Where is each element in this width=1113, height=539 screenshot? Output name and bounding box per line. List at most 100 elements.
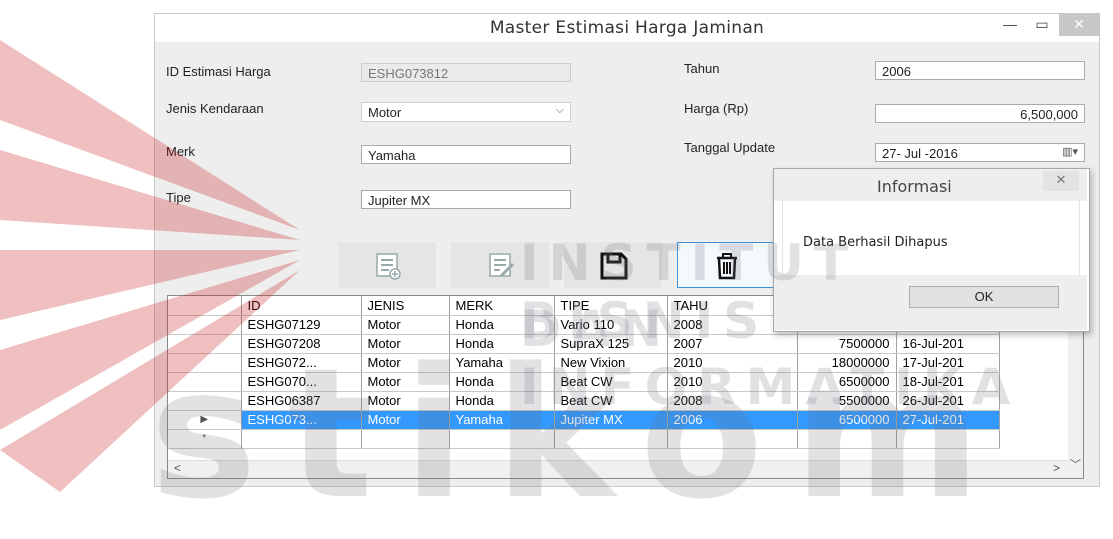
title-bar: Master Estimasi Harga Jaminan — ▭ ✕	[155, 14, 1099, 42]
jenis-label: Jenis Kendaraan	[166, 101, 264, 116]
horizontal-scrollbar[interactable]: < >	[168, 460, 1070, 478]
ok-button[interactable]: OK	[909, 286, 1059, 308]
cell-merk[interactable]: Honda	[449, 315, 555, 335]
cell-tipe[interactable]: Beat CW	[554, 391, 668, 411]
cell-id[interactable]: ESHG073...	[241, 410, 362, 430]
scroll-down-icon[interactable]: ﹀	[1070, 456, 1081, 472]
cell-harga[interactable]: 6500000	[797, 372, 897, 392]
cell-jenis[interactable]: Motor	[361, 353, 450, 373]
dialog-body: Data Berhasil Dihapus	[782, 201, 1080, 275]
id-field[interactable]: ESHG073812	[361, 63, 571, 82]
cell-harga[interactable]: 6500000	[797, 410, 897, 430]
close-button[interactable]: ✕	[1059, 14, 1099, 36]
minimize-button[interactable]: —	[995, 14, 1025, 36]
save-button[interactable]	[564, 242, 662, 288]
cell-tahun[interactable]: 2010	[667, 372, 798, 392]
cell-jenis[interactable]: Motor	[361, 410, 450, 430]
cell-merk[interactable]: Yamaha	[449, 353, 555, 373]
cell-harga[interactable]: 7500000	[797, 334, 897, 354]
column-header-jenis[interactable]: JENIS	[361, 296, 450, 316]
new-cell[interactable]	[667, 429, 798, 449]
merk-field[interactable]: Yamaha	[361, 145, 571, 164]
harga-field[interactable]: 6,500,000	[875, 104, 1085, 123]
cell-harga[interactable]: 5500000	[797, 391, 897, 411]
dialog-message: Data Berhasil Dihapus	[803, 235, 948, 250]
cell-jenis[interactable]: Motor	[361, 391, 450, 411]
cell-tanggal[interactable]: 18-Jul-201	[896, 372, 1000, 392]
jenis-select[interactable]: Motor ⌵	[361, 102, 571, 122]
cell-merk[interactable]: Yamaha	[449, 410, 555, 430]
cell-tanggal[interactable]: 26-Jul-201	[896, 391, 1000, 411]
row-header[interactable]	[168, 353, 242, 373]
tipe-field[interactable]: Jupiter MX	[361, 190, 571, 209]
cell-jenis[interactable]: Motor	[361, 315, 450, 335]
cell-merk[interactable]: Honda	[449, 372, 555, 392]
selected-row-marker[interactable]: ▶	[168, 410, 242, 430]
add-button[interactable]	[338, 242, 436, 288]
save-icon	[600, 252, 628, 280]
column-header-id[interactable]: ID	[241, 296, 362, 316]
cell-tipe[interactable]: SupraX 125	[554, 334, 668, 354]
cell-tipe[interactable]: Vario 110	[554, 315, 668, 335]
tipe-label: Tipe	[166, 190, 191, 205]
cell-merk[interactable]: Honda	[449, 391, 555, 411]
row-header-corner	[168, 296, 242, 316]
cell-tanggal[interactable]: 16-Jul-201	[896, 334, 1000, 354]
column-header-tipe[interactable]: TIPE	[554, 296, 668, 316]
new-row-marker[interactable]: *	[168, 429, 242, 449]
tahun-label: Tahun	[684, 61, 720, 76]
chevron-down-icon: ⌵	[555, 104, 564, 116]
dialog-close-button[interactable]: ✕	[1043, 171, 1079, 191]
calendar-icon: ▥▾	[1062, 146, 1078, 158]
edit-button[interactable]	[451, 242, 549, 288]
new-cell[interactable]	[554, 429, 668, 449]
new-cell[interactable]	[361, 429, 450, 449]
cell-tipe[interactable]: Beat CW	[554, 372, 668, 392]
delete-icon	[717, 253, 737, 280]
cell-tahun[interactable]: 2006	[667, 410, 798, 430]
tanggal-label: Tanggal Update	[684, 140, 776, 155]
maximize-button[interactable]: ▭	[1027, 14, 1057, 36]
cell-harga[interactable]: 18000000	[797, 353, 897, 373]
delete-button[interactable]	[677, 242, 775, 288]
tanggal-value: 27- Jul -2016	[882, 146, 958, 161]
cell-tipe[interactable]: Jupiter MX	[554, 410, 668, 430]
cell-tahun[interactable]: 2008	[667, 391, 798, 411]
scroll-right-icon[interactable]: >	[1053, 461, 1060, 475]
id-label: ID Estimasi Harga	[166, 64, 271, 79]
table-row[interactable]: ESHG07208 Motor Honda SupraX 125 2007 75…	[168, 334, 1000, 354]
tanggal-picker[interactable]: 27- Jul -2016 ▥▾	[875, 143, 1085, 162]
row-header[interactable]	[168, 315, 242, 335]
cell-tahun[interactable]: 2007	[667, 334, 798, 354]
dialog-title: Informasi	[877, 177, 952, 196]
new-cell[interactable]	[449, 429, 555, 449]
row-header[interactable]	[168, 372, 242, 392]
cell-jenis[interactable]: Motor	[361, 372, 450, 392]
tahun-field[interactable]: 2006	[875, 61, 1085, 80]
dialog-button-area: OK	[774, 275, 1087, 330]
table-row[interactable]: ESHG06387 Motor Honda Beat CW 2008 55000…	[168, 391, 1000, 411]
row-header[interactable]	[168, 391, 242, 411]
window-title: Master Estimasi Harga Jaminan	[489, 18, 765, 38]
table-row[interactable]: ESHG072... Motor Yamaha New Vixion 2010 …	[168, 353, 1000, 373]
scroll-left-icon[interactable]: <	[174, 461, 181, 475]
row-header[interactable]	[168, 334, 242, 354]
cell-tahun[interactable]: 2010	[667, 353, 798, 373]
new-row[interactable]: *	[168, 429, 1000, 449]
new-cell[interactable]	[896, 429, 1000, 449]
table-row-selected[interactable]: ▶ ESHG073... Motor Yamaha Jupiter MX 200…	[168, 410, 1000, 430]
cell-id[interactable]: ESHG070...	[241, 372, 362, 392]
table-row[interactable]: ESHG070... Motor Honda Beat CW 2010 6500…	[168, 372, 1000, 392]
cell-tipe[interactable]: New Vixion	[554, 353, 668, 373]
new-cell[interactable]	[241, 429, 362, 449]
cell-id[interactable]: ESHG072...	[241, 353, 362, 373]
cell-id[interactable]: ESHG06387	[241, 391, 362, 411]
column-header-merk[interactable]: MERK	[449, 296, 555, 316]
cell-id[interactable]: ESHG07208	[241, 334, 362, 354]
new-cell[interactable]	[797, 429, 897, 449]
cell-tanggal[interactable]: 17-Jul-201	[896, 353, 1000, 373]
cell-id[interactable]: ESHG07129	[241, 315, 362, 335]
cell-jenis[interactable]: Motor	[361, 334, 450, 354]
cell-tanggal[interactable]: 27-Jul-201	[896, 410, 1000, 430]
cell-merk[interactable]: Honda	[449, 334, 555, 354]
